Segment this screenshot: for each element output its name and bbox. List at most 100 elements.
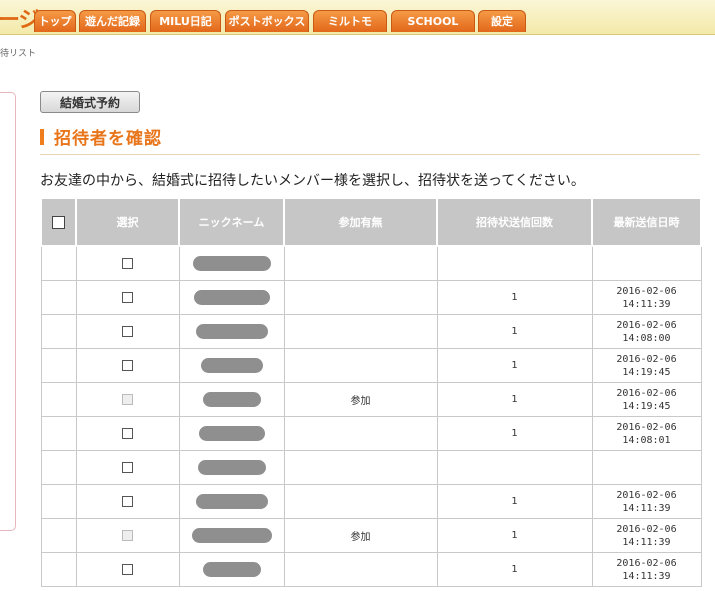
table-row	[40, 450, 702, 485]
nav-tab-top[interactable]: トップ	[34, 10, 76, 32]
send-count-cell: 1	[436, 314, 593, 349]
nickname-cell	[178, 450, 285, 485]
attendance-cell: 参加	[283, 382, 438, 417]
attendance-cell	[283, 314, 438, 349]
row-spacer-cell	[40, 450, 77, 485]
wedding-reservation-button[interactable]: 結婚式予約	[40, 91, 140, 113]
row-spacer-cell	[40, 280, 77, 315]
select-checkbox[interactable]	[122, 461, 133, 473]
row-spacer-cell	[40, 484, 77, 519]
nickname-cell	[178, 314, 285, 349]
select-cell	[75, 416, 180, 451]
instruction-text: お友達の中から、結婚式に招待したいメンバー様を選択し、招待状を送ってください。	[40, 173, 585, 189]
col-last-sent: 最新送信日時	[591, 197, 702, 247]
select-checkbox	[122, 529, 133, 541]
last-sent-cell: 2016-02-06 14:08:01	[591, 416, 702, 451]
select-cell	[75, 314, 180, 349]
send-count-cell: 1	[436, 484, 593, 519]
select-cell	[75, 450, 180, 485]
table-row	[40, 245, 702, 281]
attendance-cell	[283, 552, 438, 587]
top-navigation-bar: ージ トップ 遊んだ記録 MILU日記 ポストボックス ミルトモ SCHOOL …	[0, 0, 715, 35]
last-sent-cell: 2016-02-06 14:11:39	[591, 552, 702, 587]
select-checkbox[interactable]	[122, 325, 133, 337]
last-sent-time: 14:08:01	[622, 434, 671, 446]
last-sent-date: 2016-02-06	[616, 489, 677, 501]
breadcrumb: 待リスト	[0, 49, 37, 59]
send-count-cell: 1	[436, 348, 593, 383]
select-checkbox[interactable]	[122, 257, 133, 269]
col-nickname: ニックネーム	[178, 197, 285, 247]
select-checkbox[interactable]	[122, 359, 133, 371]
last-sent-cell: 2016-02-06 14:11:39	[591, 518, 702, 553]
last-sent-cell: 2016-02-06 14:11:39	[591, 484, 702, 519]
redacted-nickname	[202, 392, 261, 407]
last-sent-date: 2016-02-06	[616, 421, 677, 433]
send-count-cell: 1	[436, 416, 593, 451]
nav-tab-miltomo[interactable]: ミルトモ	[313, 10, 387, 32]
select-cell	[75, 484, 180, 519]
row-spacer-cell	[40, 314, 77, 349]
redacted-nickname	[193, 290, 270, 305]
send-count-cell: 1	[436, 382, 593, 417]
last-sent-time: 14:19:45	[622, 366, 671, 378]
send-count-cell: 1	[436, 280, 593, 315]
nav-tab-milu-diary[interactable]: MILU日記	[150, 10, 221, 32]
table-row: 1 2016-02-06 14:11:39	[40, 484, 702, 519]
redacted-nickname	[195, 324, 268, 339]
last-sent-cell	[591, 245, 702, 281]
attendance-cell	[283, 280, 438, 315]
send-count-cell	[436, 245, 593, 281]
last-sent-cell: 2016-02-06 14:11:39	[591, 280, 702, 315]
attendance-cell	[283, 416, 438, 451]
row-spacer-cell	[40, 245, 77, 281]
last-sent-cell: 2016-02-06 14:19:45	[591, 348, 702, 383]
select-cell	[75, 518, 180, 553]
table-header-row: 選択 ニックネーム 参加有無 招待状送信回数 最新送信日時	[40, 197, 702, 247]
redacted-nickname	[191, 528, 272, 543]
last-sent-date: 2016-02-06	[616, 557, 677, 569]
select-all-header	[40, 197, 77, 247]
side-panel	[0, 92, 16, 531]
send-count-cell: 1	[436, 552, 593, 587]
last-sent-time: 14:11:39	[622, 502, 671, 514]
nav-tab-postbox[interactable]: ポストボックス	[225, 10, 309, 32]
nickname-cell	[178, 348, 285, 383]
table-row: 参加 1 2016-02-06 14:19:45	[40, 382, 702, 417]
select-cell	[75, 245, 180, 281]
last-sent-time: 14:11:39	[622, 536, 671, 548]
send-count-cell	[436, 450, 593, 485]
table-row: 1 2016-02-06 14:11:39	[40, 552, 702, 587]
select-checkbox[interactable]	[122, 495, 133, 507]
attendance-cell	[283, 245, 438, 281]
select-all-checkbox[interactable]	[52, 215, 65, 229]
select-checkbox[interactable]	[122, 427, 133, 439]
last-sent-date: 2016-02-06	[616, 353, 677, 365]
last-sent-time: 14:11:39	[622, 298, 671, 310]
select-cell	[75, 552, 180, 587]
col-select: 選択	[75, 197, 180, 247]
col-send-count: 招待状送信回数	[436, 197, 593, 247]
select-cell	[75, 382, 180, 417]
select-checkbox[interactable]	[122, 563, 133, 575]
page-title: 招待者を確認	[54, 129, 162, 149]
send-count-cell: 1	[436, 518, 593, 553]
invitee-table: 選択 ニックネーム 参加有無 招待状送信回数 最新送信日時 1 2016-02-0…	[40, 197, 702, 587]
row-spacer-cell	[40, 518, 77, 553]
nickname-cell	[178, 416, 285, 451]
last-sent-date: 2016-02-06	[616, 523, 677, 535]
nav-tab-play-record[interactable]: 遊んだ記録	[79, 10, 146, 32]
table-row: 1 2016-02-06 14:19:45	[40, 348, 702, 383]
nickname-cell	[178, 552, 285, 587]
table-row: 1 2016-02-06 14:08:00	[40, 314, 702, 349]
select-cell	[75, 348, 180, 383]
last-sent-date: 2016-02-06	[616, 285, 677, 297]
nickname-cell	[178, 484, 285, 519]
nav-tab-school[interactable]: SCHOOL	[391, 10, 475, 32]
select-checkbox[interactable]	[122, 291, 133, 303]
attendance-cell	[283, 450, 438, 485]
nav-tab-settings[interactable]: 設定	[478, 10, 526, 32]
select-cell	[75, 280, 180, 315]
last-sent-cell: 2016-02-06 14:19:45	[591, 382, 702, 417]
table-row: 参加 1 2016-02-06 14:11:39	[40, 518, 702, 553]
